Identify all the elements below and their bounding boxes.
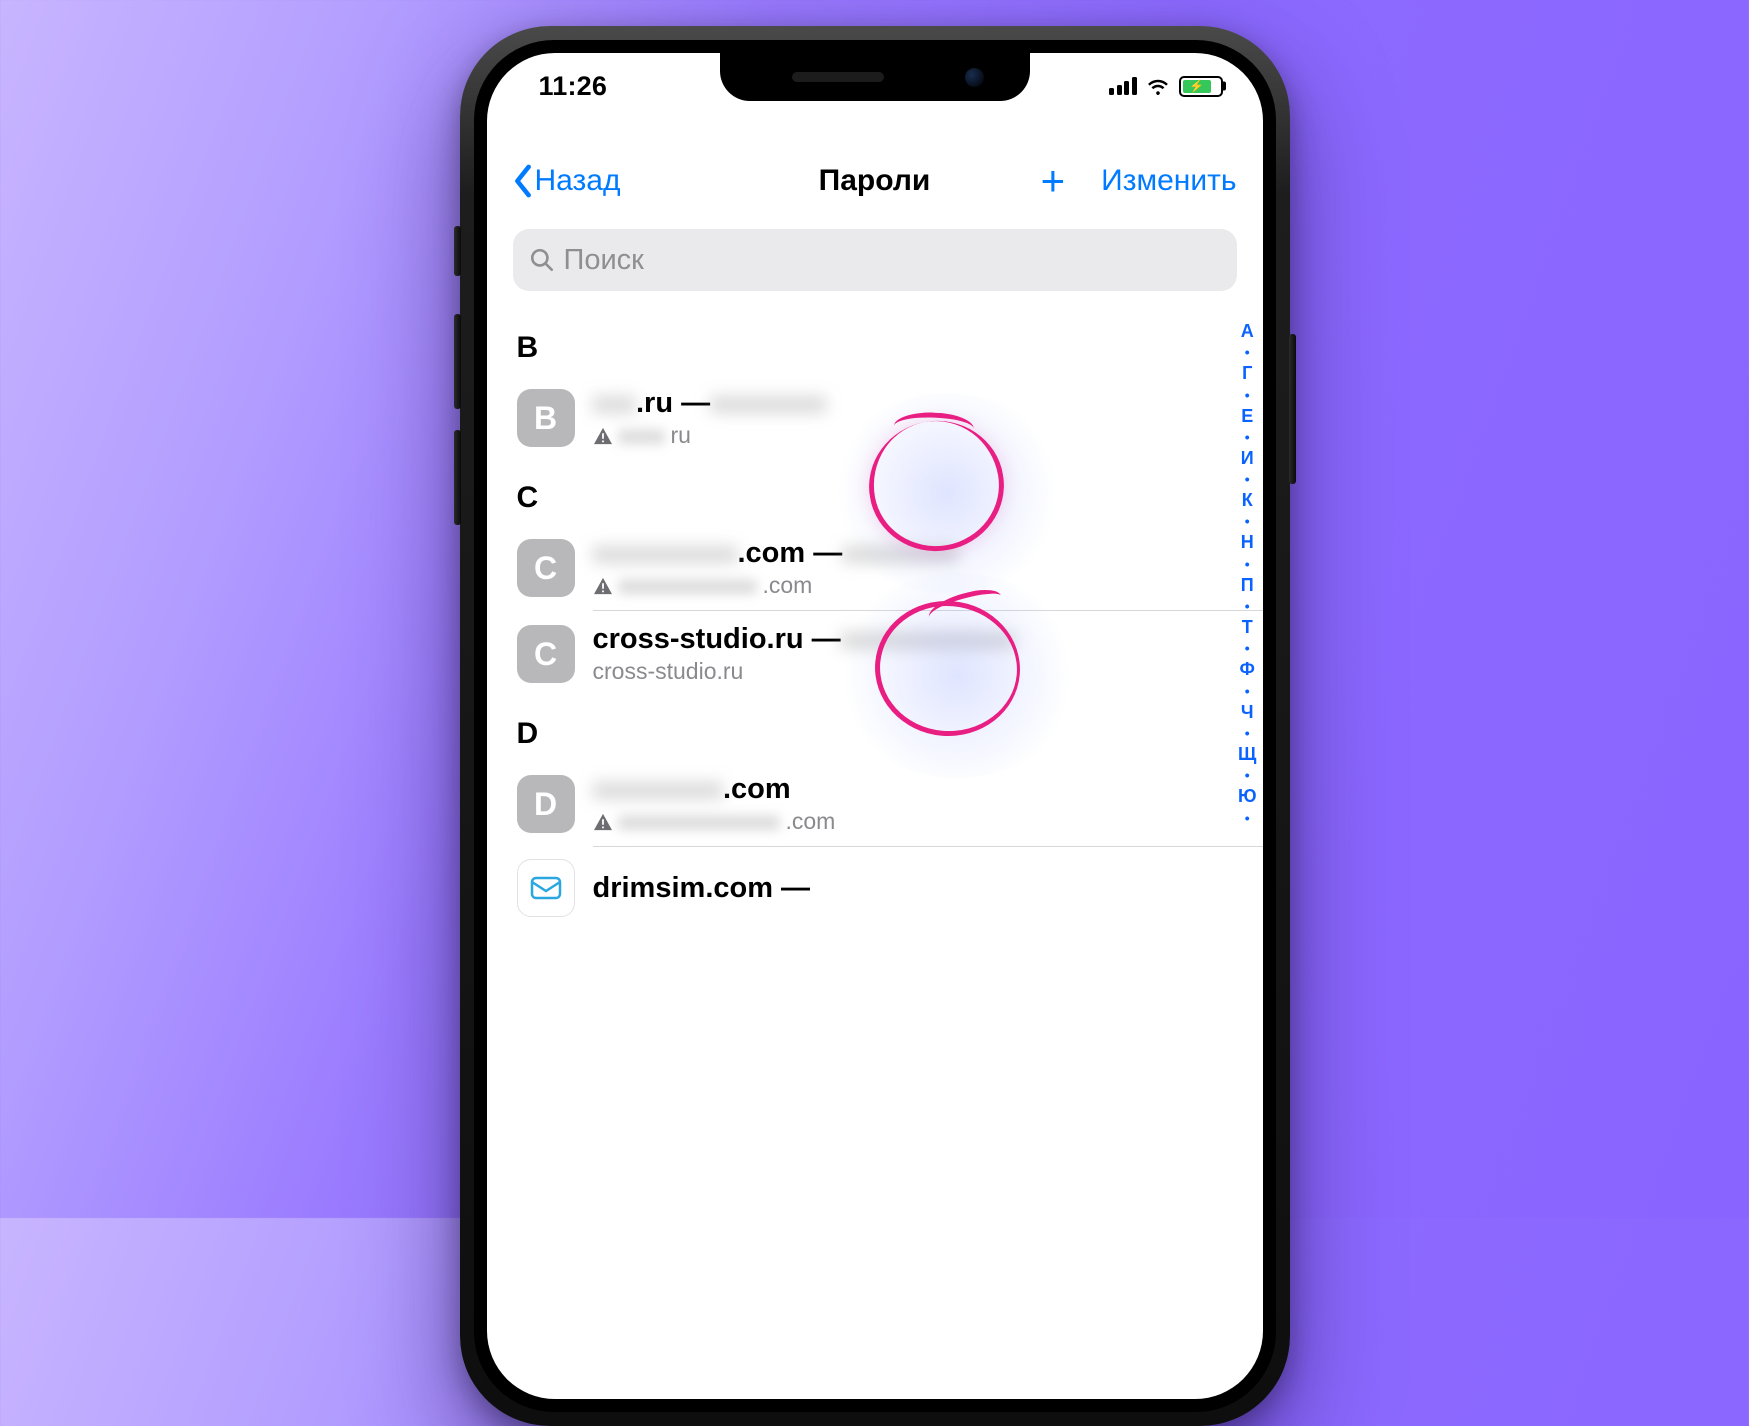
index-letter[interactable]: Н — [1241, 530, 1254, 554]
list-item[interactable]: C xxxxxxxxxx.com — xxxxxxxx xxxxxxxxxxxx… — [487, 525, 1263, 611]
search-icon — [529, 247, 555, 273]
index-letter[interactable]: Ю — [1238, 784, 1257, 808]
phone-frame: 11:26 ⚡ Назад Пароли — [460, 26, 1290, 1426]
index-letter[interactable]: • — [1245, 472, 1250, 486]
warning-triangle-icon — [593, 427, 613, 445]
index-letter[interactable]: Ф — [1240, 657, 1255, 681]
index-letter[interactable]: • — [1245, 726, 1250, 740]
section-header-c: C — [487, 461, 1263, 525]
index-letter[interactable]: Т — [1242, 615, 1253, 639]
list-item[interactable]: drimsim.com — — [487, 847, 1263, 929]
index-letter[interactable]: • — [1245, 684, 1250, 698]
favicon-letter: C — [517, 625, 575, 683]
index-letter[interactable]: К — [1242, 488, 1253, 512]
warning-triangle-icon — [593, 813, 613, 831]
warning-triangle-icon — [593, 577, 613, 595]
index-letter[interactable]: • — [1245, 811, 1250, 825]
cellular-signal-icon — [1109, 77, 1137, 95]
index-letter[interactable]: • — [1245, 430, 1250, 444]
item-subtitle: cross-studio.ru — [593, 658, 1233, 685]
wifi-icon — [1145, 76, 1171, 96]
index-letter[interactable]: Щ — [1238, 742, 1256, 766]
list-item[interactable]: B xxx.ru — xxxxxxxx xxxxru — [487, 375, 1263, 461]
navigation-bar: Назад Пароли + Изменить — [487, 145, 1263, 217]
phone-inner: 11:26 ⚡ Назад Пароли — [474, 40, 1276, 1412]
list-item[interactable]: D xxxxxxxxx.com xxxxxxxxxxxxxx.com — [487, 761, 1263, 847]
charging-bolt-icon: ⚡ — [1189, 79, 1204, 93]
status-time: 11:26 — [539, 71, 608, 102]
index-letter[interactable]: А — [1241, 319, 1254, 343]
item-title: xxxxxxxxx.com — [593, 773, 1233, 806]
password-list[interactable]: B B xxx.ru — xxxxxxxx xxxxru C — [487, 311, 1263, 1399]
screen: 11:26 ⚡ Назад Пароли — [487, 53, 1263, 1399]
mute-switch — [454, 226, 461, 276]
index-letter[interactable]: Е — [1241, 404, 1253, 428]
item-subtitle: xxxxxxxxxxxx.com — [593, 572, 1233, 599]
speaker-grille — [792, 72, 884, 82]
back-label: Назад — [535, 164, 621, 198]
item-title: drimsim.com — — [593, 872, 1233, 905]
item-title: xxxxxxxxxx.com — xxxxxxxx — [593, 537, 1233, 570]
favicon-letter: D — [517, 775, 575, 833]
index-letter[interactable]: • — [1245, 388, 1250, 402]
front-camera — [965, 68, 984, 87]
index-letter[interactable]: Г — [1242, 361, 1252, 385]
list-item[interactable]: C cross-studio.ru — xxxxxxxxxxxx cross-s… — [487, 611, 1263, 697]
item-title: cross-studio.ru — xxxxxxxxxxxx — [593, 623, 1233, 656]
edit-button[interactable]: Изменить — [1101, 164, 1236, 198]
section-index[interactable]: А • Г • Е • И • К • Н • П • Т • Ф • Ч • Щ • Ю • — [1238, 319, 1257, 825]
index-letter[interactable]: • — [1245, 514, 1250, 528]
status-indicators: ⚡ — [1109, 76, 1223, 97]
item-title: xxx.ru — xxxxxxxx — [593, 387, 1233, 420]
favicon-letter: B — [517, 389, 575, 447]
index-letter[interactable]: • — [1245, 599, 1250, 613]
index-letter[interactable]: • — [1245, 768, 1250, 782]
item-subtitle: xxxxxxxxxxxxxx.com — [593, 808, 1233, 835]
index-letter[interactable]: • — [1245, 557, 1250, 571]
index-letter[interactable]: • — [1245, 641, 1250, 655]
notch — [720, 53, 1030, 101]
volume-down-button — [454, 430, 461, 525]
page-title: Пароли — [819, 164, 931, 198]
index-letter[interactable]: П — [1241, 573, 1254, 597]
back-button[interactable]: Назад — [513, 164, 621, 198]
favicon-letter: C — [517, 539, 575, 597]
chevron-left-icon — [513, 164, 533, 198]
search-input[interactable] — [564, 244, 1221, 277]
volume-up-button — [454, 314, 461, 409]
favicon-logo — [517, 859, 575, 917]
power-button — [1289, 334, 1296, 484]
item-subtitle: xxxxru — [593, 422, 1233, 449]
add-button[interactable]: + — [1041, 160, 1066, 202]
battery-icon: ⚡ — [1179, 76, 1223, 97]
index-letter[interactable]: Ч — [1241, 700, 1254, 724]
search-field[interactable] — [513, 229, 1237, 291]
index-letter[interactable]: • — [1245, 345, 1250, 359]
section-header-d: D — [487, 697, 1263, 761]
index-letter[interactable]: И — [1241, 446, 1254, 470]
section-header-b: B — [487, 311, 1263, 375]
